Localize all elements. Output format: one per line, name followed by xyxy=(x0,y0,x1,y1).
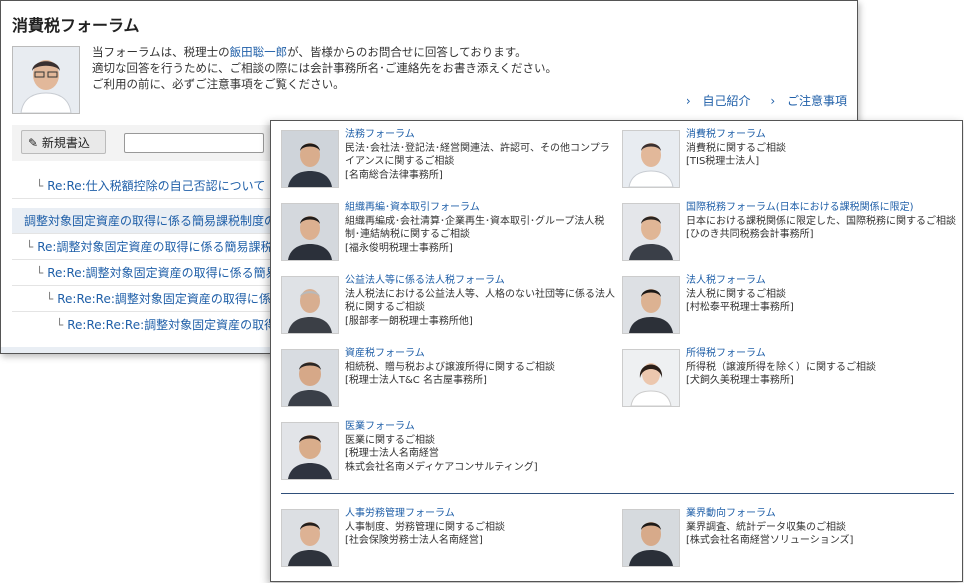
forum-firm: [税理士法人名南経営 xyxy=(345,448,439,459)
forum-description: 日本における課税関係に限定した、国際税務に関するご相談 xyxy=(686,215,956,227)
advisor-photo xyxy=(281,422,339,480)
forum-name-link[interactable]: 公益法人等に係る法人税フォーラム xyxy=(345,274,617,288)
forum-card[interactable]: 所得税フォーラム 所得税（譲渡所得を除く）に関するご相談 [犬飼久美税理士事務所] xyxy=(622,348,952,413)
notice-link[interactable]: › ご注意事項 xyxy=(762,94,847,108)
thread-title: Re:調整対象固定資産の取得に係る簡易課税制度 xyxy=(37,240,297,254)
forum-firm: [TIS税理士法人] xyxy=(686,156,760,167)
forum-firm: [福永俊明税理士事務所] xyxy=(345,242,453,254)
forum-card[interactable]: 組織再編･資本取引フォーラム 組織再編成･会社清算･企業再生･資本取引･グループ法… xyxy=(281,202,611,267)
intro-line-2: 適切な回答を行うために、ご相談の際には会計事務所名･ご連絡先をお書き添えください… xyxy=(92,61,558,75)
forum-name-link[interactable]: 法人税フォーラム xyxy=(686,274,958,288)
new-post-label: 新規書込 xyxy=(41,136,90,150)
forum-list-window: 法務フォーラム 民法･会社法･登記法･経営関連法、許認可、その他コンプライアンスに… xyxy=(270,120,963,582)
pencil-icon: ✎ xyxy=(28,136,39,150)
advisor-photo xyxy=(281,130,339,188)
advisor-photo xyxy=(622,509,680,567)
section-divider xyxy=(281,493,954,494)
thread-title: Re:Re:仕入税額控除の自己否認について xyxy=(47,179,266,193)
person-icon xyxy=(623,131,679,187)
advisor-photo xyxy=(622,349,680,407)
intro-line-3: ご利用の前に、必ずご注意事項をご覧ください。 xyxy=(92,77,345,91)
chevron-right-icon: › xyxy=(770,94,776,108)
forum-name-link[interactable]: 所得税フォーラム xyxy=(686,347,958,361)
profile-link[interactable]: › 自己紹介 xyxy=(678,94,751,108)
person-icon xyxy=(623,204,679,260)
forum-firm: [ひのき共同税務会計事務所] xyxy=(686,229,814,240)
advisor-photo xyxy=(281,203,339,261)
forum-firm: [名南総合法律事務所] xyxy=(345,169,443,181)
advisor-name-link[interactable]: 飯田聡一郎 xyxy=(230,45,288,59)
thread-title: Re:Re:調整対象固定資産の取得に係る簡易課税 xyxy=(47,266,302,280)
person-icon xyxy=(282,350,338,406)
forum-firm: [税理士法人T&C 名古屋事務所] xyxy=(345,375,487,386)
forum-name-link[interactable]: 組織再編･資本取引フォーラム xyxy=(345,201,617,215)
forum-description: 消費税に関するご相談 xyxy=(686,142,786,154)
forum-name-link[interactable]: 法務フォーラム xyxy=(345,128,617,142)
forum-firm: [株式会社名南経営ソリューションズ] xyxy=(686,535,854,546)
new-post-button[interactable]: ✎ 新規書込 xyxy=(21,130,106,154)
forum-description: 民法･会社法･登記法･経営関連法、許認可、その他コンプライアンスに関するご相談 xyxy=(345,142,610,168)
forum-card[interactable]: 国際税務フォーラム(日本における課税関係に限定) 日本における課税関係に限定した、… xyxy=(622,202,956,267)
person-icon xyxy=(13,47,79,113)
forum-firm: [村松泰平税理士事務所] xyxy=(686,302,794,313)
thread-title: 調整対象固定資産の取得に係る簡易課税制度の適用 xyxy=(24,214,301,228)
forum-name-link[interactable]: 消費税フォーラム xyxy=(686,128,958,142)
chevron-right-icon: › xyxy=(685,94,691,108)
advisor-photo xyxy=(622,203,680,261)
profile-link-label: 自己紹介 xyxy=(702,94,751,108)
reply-marker-icon: └ xyxy=(36,266,44,280)
forum-card[interactable]: 公益法人等に係る法人税フォーラム 法人税法における公益法人等、人格のない社団等に係… xyxy=(281,275,615,340)
person-icon xyxy=(282,277,338,333)
forum-card[interactable]: 資産税フォーラム 相続税、贈与税および譲渡所得に関するご相談 [税理士法人T&C 名… xyxy=(281,348,611,413)
forum-description: 業界調査、統計データ収集のご相談 xyxy=(686,521,846,533)
reply-marker-icon: └ xyxy=(46,292,54,306)
person-icon xyxy=(282,423,338,479)
intro-text-tail: が、皆様からのお問合せに回答しております。 xyxy=(287,45,527,59)
reply-marker-icon: └ xyxy=(56,318,64,332)
intro-text: 当フォーラムは、税理士の xyxy=(92,45,230,59)
forum-firm-line-2: 株式会社名南メディケアコンサルティング] xyxy=(345,461,538,473)
search-input[interactable] xyxy=(124,133,264,153)
forum-firm: [犬飼久美税理士事務所] xyxy=(686,375,794,386)
person-icon xyxy=(623,350,679,406)
forum-introduction: 当フォーラムは、税理士の飯田聡一郎が、皆様からのお問合せに回答しております。 適… xyxy=(92,44,557,92)
forum-description: 組織再編成･会社清算･企業再生･資本取引･グループ法人税制･連結納税に関するご相… xyxy=(345,215,605,241)
forum-card[interactable]: 消費税フォーラム 消費税に関するご相談 [TIS税理士法人] xyxy=(622,129,952,194)
forum-name-link[interactable]: 医業フォーラム xyxy=(345,420,617,434)
forum-card[interactable]: 法人税フォーラム 法人税に関するご相談 [村松泰平税理士事務所] xyxy=(622,275,952,340)
person-icon xyxy=(282,204,338,260)
forum-name-link[interactable]: 国際税務フォーラム(日本における課税関係に限定) xyxy=(686,201,958,215)
forum-description: 法人税に関するご相談 xyxy=(686,288,786,300)
forum-name-link[interactable]: 資産税フォーラム xyxy=(345,347,617,361)
page-title: 消費税フォーラム xyxy=(12,16,140,35)
reply-marker-icon: └ xyxy=(36,179,44,193)
person-icon xyxy=(623,510,679,566)
person-icon xyxy=(282,131,338,187)
advisor-photo xyxy=(622,130,680,188)
forum-name-link[interactable]: 人事労務管理フォーラム xyxy=(345,507,617,521)
forum-description: 法人税法における公益法人等、人格のない社団等に係る法人税に関するご相談 xyxy=(345,288,615,314)
notice-link-label: ご注意事項 xyxy=(786,94,847,108)
advisor-photo xyxy=(281,349,339,407)
forum-card[interactable]: 医業フォーラム 医業に関するご相談 [税理士法人名南経営 株式会社名南メディケアコンサ… xyxy=(281,421,611,486)
header-links: › 自己紹介 › ご注意事項 xyxy=(670,92,847,109)
forum-description: 所得税（譲渡所得を除く）に関するご相談 xyxy=(686,361,876,373)
forum-firm: [服部孝一朗税理士事務所他] xyxy=(345,315,473,327)
reply-marker-icon: └ xyxy=(26,240,34,254)
forum-card[interactable]: 人事労務管理フォーラム 人事制度、労務管理に関するご相談 [社会保険労務士法人名南経… xyxy=(281,508,611,573)
advisor-photo xyxy=(281,276,339,334)
forum-name-link[interactable]: 業界動向フォーラム xyxy=(686,507,958,521)
forum-description: 相続税、贈与税および譲渡所得に関するご相談 xyxy=(345,361,555,373)
advisor-avatar xyxy=(12,46,80,114)
forum-card[interactable]: 業界動向フォーラム 業界調査、統計データ収集のご相談 [株式会社名南経営ソリューショ… xyxy=(622,508,952,573)
person-icon xyxy=(623,277,679,333)
forum-description: 医業に関するご相談 xyxy=(345,434,435,446)
forum-firm: [社会保険労務士法人名南経営] xyxy=(345,535,483,546)
forum-description: 人事制度、労務管理に関するご相談 xyxy=(345,521,505,533)
person-icon xyxy=(282,510,338,566)
advisor-photo xyxy=(281,509,339,567)
forum-card[interactable]: 法務フォーラム 民法･会社法･登記法･経営関連法、許認可、その他コンプライアンスに… xyxy=(281,129,611,194)
advisor-photo xyxy=(622,276,680,334)
